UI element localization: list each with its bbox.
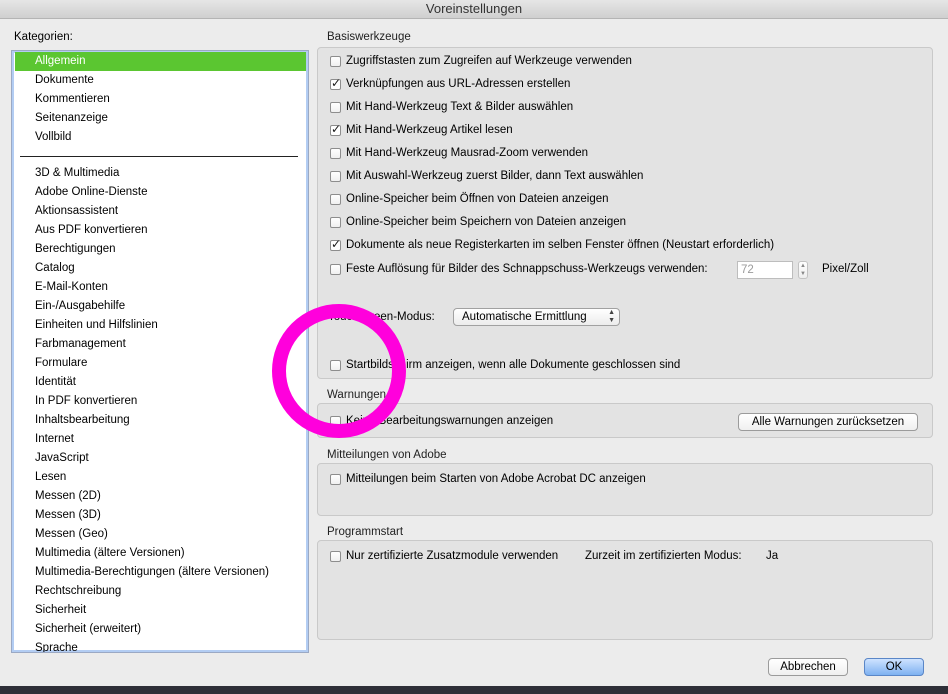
touch-mode-value: Automatische Ermittlung: [462, 311, 587, 323]
certified-plugins-checkbox[interactable]: [330, 551, 341, 562]
resolution-stepper[interactable]: ▲ ▼: [798, 261, 808, 279]
adobe-messages-checkbox[interactable]: [330, 474, 341, 485]
touch-mode-select[interactable]: Automatische Ermittlung ▲ ▼: [453, 308, 620, 326]
category-item[interactable]: Adobe Online-Dienste: [12, 183, 306, 202]
resolution-input[interactable]: 72: [737, 261, 793, 279]
category-item[interactable]: Multimedia-Berechtigungen (ältere Versio…: [12, 563, 306, 582]
category-item[interactable]: Sicherheit (erweitert): [12, 620, 306, 639]
certified-mode-label: Zurzeit im zertifizierten Modus:: [585, 550, 742, 562]
option-label: Online-Speicher beim Öffnen von Dateien …: [346, 193, 609, 205]
category-item[interactable]: Rechtschreibung: [12, 582, 306, 601]
option-checkbox[interactable]: [330, 194, 341, 205]
option-label: Mit Hand-Werkzeug Artikel lesen: [346, 124, 513, 136]
categories-label: Kategorien:: [14, 31, 73, 43]
category-item[interactable]: Sicherheit: [12, 601, 306, 620]
category-item[interactable]: Dokumente: [12, 71, 306, 90]
category-item[interactable]: Messen (3D): [12, 506, 306, 525]
category-item[interactable]: Identität: [12, 373, 306, 392]
category-item[interactable]: Catalog: [12, 259, 306, 278]
adobe-caption: Mitteilungen von Adobe: [327, 449, 447, 461]
startup-caption: Programmstart: [327, 526, 404, 538]
certified-mode-value: Ja: [766, 550, 779, 562]
category-item[interactable]: Vollbild: [12, 128, 306, 147]
category-item[interactable]: Berechtigungen: [12, 240, 306, 259]
category-item[interactable]: Lesen: [12, 468, 306, 487]
category-item[interactable]: Messen (2D): [12, 487, 306, 506]
ok-button[interactable]: OK: [864, 658, 924, 676]
basis-group: [317, 47, 933, 379]
select-arrows-icon: ▲ ▼: [608, 309, 615, 324]
categories-list[interactable]: Allgemein Dokumente Kommentieren Seitenanze…: [11, 50, 309, 653]
warnings-caption: Warnungen: [327, 389, 387, 401]
category-item[interactable]: Messen (Geo): [12, 525, 306, 544]
category-item[interactable]: Internet: [12, 430, 306, 449]
adobe-messages-label: Mitteilungen beim Starten von Adobe Acro…: [346, 473, 646, 485]
startscreen-label: Startbildschirm anzeigen, wenn alle Doku…: [346, 359, 681, 371]
basis-caption: Basiswerkzeuge: [327, 31, 411, 43]
cancel-button[interactable]: Abbrechen: [768, 658, 848, 676]
touch-mode-label: Touchscreen-Modus:: [328, 311, 435, 323]
category-item[interactable]: JavaScript: [12, 449, 306, 468]
option-checkbox[interactable]: [330, 217, 341, 228]
option-label: Mit Hand-Werkzeug Text & Bilder auswähle…: [346, 101, 574, 113]
category-item[interactable]: Allgemein: [15, 52, 306, 71]
option-checkbox[interactable]: [330, 76, 341, 90]
category-item[interactable]: Aus PDF konvertieren: [12, 221, 306, 240]
option-checkbox[interactable]: [330, 102, 341, 113]
option-checkbox[interactable]: [330, 56, 341, 67]
reset-warnings-button[interactable]: Alle Warnungen zurücksetzen: [738, 413, 918, 431]
option-label: Verknüpfungen aus URL-Adressen erstellen: [346, 78, 571, 90]
no-warnings-checkbox[interactable]: [330, 416, 341, 427]
category-item[interactable]: Aktionsassistent: [12, 202, 306, 221]
resolution-checkbox[interactable]: [330, 264, 341, 275]
resolution-unit: Pixel/Zoll: [822, 263, 869, 275]
no-warnings-label: Keine Bearbeitungswarnungen anzeigen: [346, 415, 554, 427]
category-item[interactable]: Formulare: [12, 354, 306, 373]
option-checkbox[interactable]: [330, 122, 341, 136]
option-checkbox[interactable]: [330, 237, 341, 251]
option-label: Dokumente als neue Registerkarten im sel…: [346, 239, 775, 251]
category-item[interactable]: Multimedia (ältere Versionen): [12, 544, 306, 563]
adobe-group: [317, 463, 933, 516]
bottom-edge: [0, 686, 948, 694]
category-item[interactable]: Kommentieren: [12, 90, 306, 109]
window-titlebar: Voreinstellungen: [0, 0, 948, 19]
category-item[interactable]: Sprache: [12, 639, 306, 652]
option-checkbox[interactable]: [330, 148, 341, 159]
certified-plugins-label: Nur zertifizierte Zusatzmodule verwenden: [346, 550, 559, 562]
category-item[interactable]: In PDF konvertieren: [12, 392, 306, 411]
option-label: Mit Auswahl-Werkzeug zuerst Bilder, dann…: [346, 170, 644, 182]
category-item[interactable]: Inhaltsbearbeitung: [12, 411, 306, 430]
category-item[interactable]: Seitenanzeige: [12, 109, 306, 128]
category-item[interactable]: Einheiten und Hilfslinien: [12, 316, 306, 335]
window-title: Voreinstellungen: [425, 1, 523, 16]
category-item[interactable]: E-Mail-Konten: [12, 278, 306, 297]
category-item[interactable]: 3D & Multimedia: [12, 164, 306, 183]
resolution-label: Feste Auflösung für Bilder des Schnappsc…: [346, 263, 708, 275]
option-label: Online-Speicher beim Speichern von Datei…: [346, 216, 627, 228]
category-item[interactable]: Ein-/Ausgabehilfe: [12, 297, 306, 316]
option-label: Mit Hand-Werkzeug Mausrad-Zoom verwenden: [346, 147, 589, 159]
category-item[interactable]: Farbmanagement: [12, 335, 306, 354]
option-label: Zugriffstasten zum Zugreifen auf Werkzeu…: [346, 55, 632, 67]
categories-divider: [20, 156, 298, 157]
option-checkbox[interactable]: [330, 171, 341, 182]
startscreen-checkbox[interactable]: [330, 360, 341, 371]
